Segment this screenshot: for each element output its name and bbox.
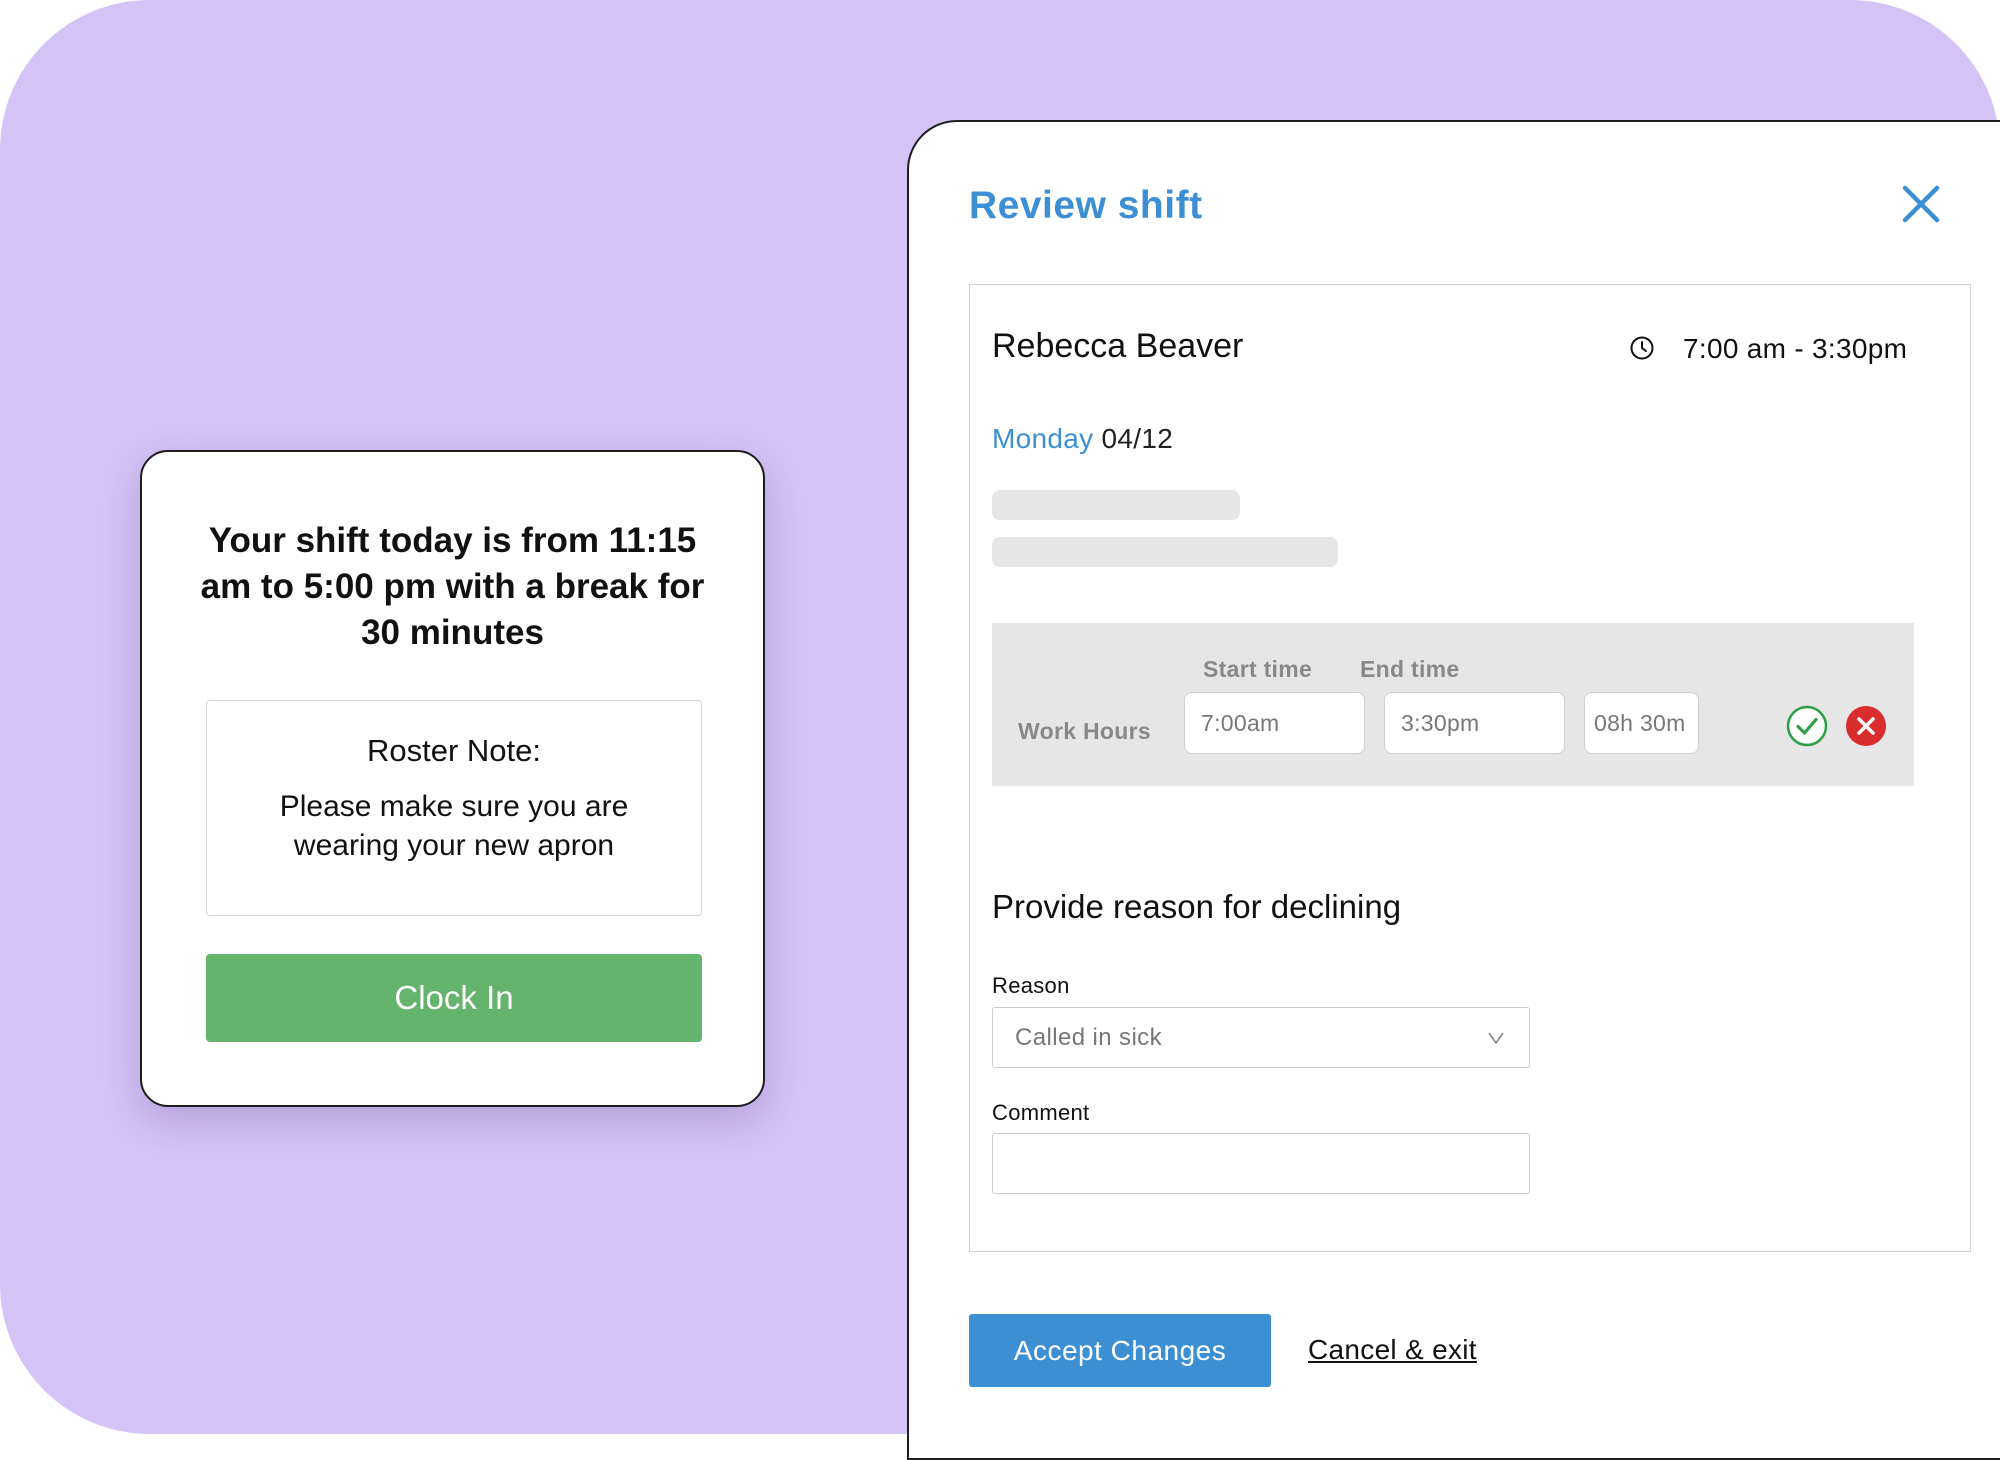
work-hours-row: Start time End time Work Hours 7:00am 3:… (992, 623, 1914, 786)
decline-section-title: Provide reason for declining (992, 888, 1402, 925)
shift-details-box: Rebecca Beaver 7:00 am - 3:30pm Monday 0… (969, 284, 1971, 1252)
shift-date: Monday 04/12 (992, 423, 1173, 455)
shift-date-value: 04/12 (1101, 423, 1174, 454)
work-hours-label: Work Hours (1018, 718, 1151, 744)
comment-input[interactable] (992, 1133, 1530, 1194)
shift-day: Monday (992, 423, 1094, 454)
reason-label: Reason (992, 973, 1070, 998)
start-time-label: Start time (1203, 656, 1313, 682)
comment-label: Comment (992, 1100, 1090, 1125)
end-time-field[interactable]: 3:30pm (1384, 692, 1565, 754)
panel-title: Review shift (969, 184, 1203, 227)
end-time-label: End time (1360, 656, 1460, 682)
check-circle-icon[interactable] (1786, 705, 1828, 747)
chevron-down-icon (1488, 1032, 1504, 1045)
duration-field[interactable]: 08h 30m (1584, 692, 1699, 754)
skeleton-line (992, 537, 1338, 567)
reason-selected-value: Called in sick (1015, 1024, 1162, 1051)
roster-note-box: Roster Note: Please make sure you are we… (206, 700, 702, 916)
roster-note-body: Please make sure you are wearing your ne… (279, 790, 629, 862)
accept-changes-button[interactable]: Accept Changes (969, 1314, 1271, 1387)
shift-notification-card: Your shift today is from 11:15 am to 5:0… (140, 450, 765, 1107)
cancel-exit-link[interactable]: Cancel & exit (1308, 1334, 1477, 1366)
x-circle-icon[interactable] (1845, 705, 1887, 747)
start-time-field[interactable]: 7:00am (1184, 692, 1365, 754)
review-shift-panel: Review shift Rebecca Beaver 7:00 am - 3:… (907, 120, 2000, 1460)
clock-in-button[interactable]: Clock In (206, 954, 702, 1042)
employee-name: Rebecca Beaver (992, 327, 1244, 365)
roster-note-title: Roster Note: (366, 733, 541, 768)
clock-icon (1630, 336, 1654, 360)
shift-time-range: 7:00 am - 3:30pm (1683, 333, 1908, 364)
skeleton-line (992, 490, 1240, 520)
close-icon[interactable] (1899, 182, 1943, 226)
shift-message: Your shift today is from 11:15 am to 5:0… (200, 521, 705, 652)
reason-select[interactable]: Called in sick (992, 1007, 1530, 1068)
